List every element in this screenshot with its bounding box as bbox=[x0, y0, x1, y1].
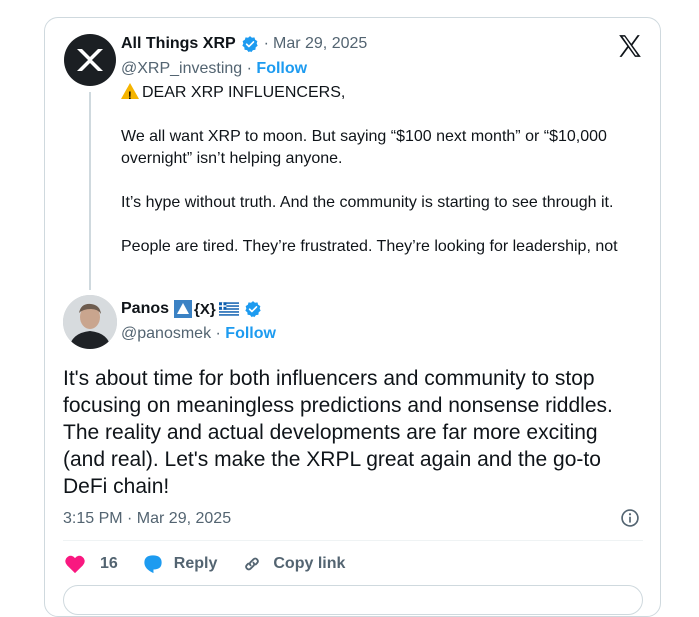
warning-icon bbox=[121, 83, 139, 107]
reply-button[interactable]: Reply bbox=[142, 554, 218, 574]
copy-link-label: Copy link bbox=[273, 555, 346, 572]
tweet-line: We all want XRP to moon. But saying “$10… bbox=[121, 128, 607, 167]
parent-tweet-text: DEAR XRP INFLUENCERS, We all want XRP to… bbox=[121, 82, 651, 282]
action-bar: 16 Reply Copy link bbox=[64, 553, 369, 575]
x-brace-text: {X} bbox=[194, 300, 216, 318]
verified-badge-icon bbox=[245, 301, 261, 318]
thread-line bbox=[89, 92, 91, 290]
greece-flag-icon bbox=[218, 302, 239, 316]
reply-label: Reply bbox=[173, 555, 218, 572]
like-count: 16 bbox=[100, 555, 118, 572]
reply-handle-row: @panosmek · Follow bbox=[121, 325, 276, 343]
avatar[interactable] bbox=[64, 34, 116, 86]
heart-icon bbox=[65, 555, 85, 574]
separator-dot: · bbox=[246, 60, 252, 77]
triangle-emoji-icon bbox=[174, 300, 193, 318]
reply-bubble-icon bbox=[144, 555, 162, 574]
verified-badge-icon bbox=[242, 36, 258, 53]
avatar[interactable] bbox=[63, 295, 117, 349]
tweet-line: It’s hype without truth. And the communi… bbox=[121, 194, 614, 211]
tweet-line: DEAR XRP INFLUENCERS, bbox=[142, 84, 346, 101]
profile-photo-icon bbox=[63, 295, 117, 349]
author-handle[interactable]: @XRP_investing bbox=[121, 60, 242, 77]
tweet-date[interactable]: Mar 29, 2025 bbox=[273, 35, 367, 53]
follow-button[interactable]: Follow bbox=[256, 60, 307, 77]
author-handle[interactable]: @panosmek bbox=[121, 325, 211, 342]
tweet-text: It's about time for both influencers and… bbox=[63, 367, 613, 498]
divider bbox=[63, 540, 643, 541]
reply-header: Panos {X} bbox=[121, 300, 262, 318]
parent-header: All Things XRP · Mar 29, 2025 bbox=[121, 35, 367, 53]
x-logo-icon[interactable] bbox=[617, 33, 643, 59]
separator-dot: · bbox=[215, 325, 221, 342]
author-name[interactable]: All Things XRP bbox=[121, 35, 236, 53]
link-icon bbox=[245, 557, 260, 571]
parent-handle-row: @XRP_investing · Follow bbox=[121, 60, 307, 78]
author-name[interactable]: Panos bbox=[121, 300, 169, 318]
read-replies-button[interactable] bbox=[63, 585, 643, 615]
tweet-timestamp[interactable]: 3:15 PM · Mar 29, 2025 bbox=[63, 510, 231, 528]
info-icon[interactable] bbox=[620, 508, 640, 528]
like-button[interactable]: 16 bbox=[64, 554, 118, 574]
follow-button[interactable]: Follow bbox=[225, 325, 276, 342]
tweet-line: People are tired. They’re frustrated. Th… bbox=[121, 238, 618, 255]
copy-link-button[interactable]: Copy link bbox=[241, 553, 345, 575]
separator-dot: · bbox=[263, 35, 269, 52]
xrp-logo-icon bbox=[77, 49, 103, 71]
